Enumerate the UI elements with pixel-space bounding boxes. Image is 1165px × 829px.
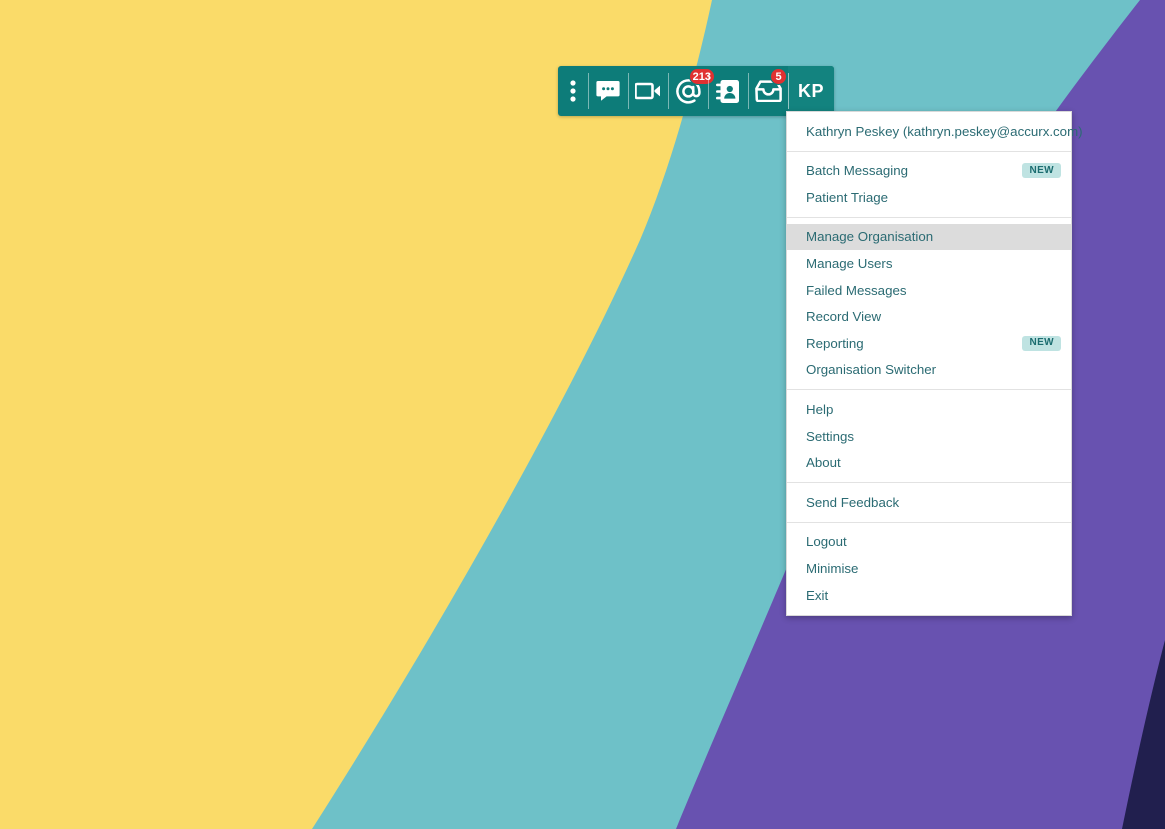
user-avatar[interactable]: KP <box>788 66 834 116</box>
menu-item-about[interactable]: About <box>787 450 1071 477</box>
three-dots-vertical-icon <box>570 79 576 103</box>
menu-item-settings[interactable]: Settings <box>787 423 1071 450</box>
menu-item-help[interactable]: Help <box>787 396 1071 423</box>
inbox-unread-badge: 5 <box>770 68 787 85</box>
floating-toolbar[interactable]: 213 5 KP <box>558 66 834 116</box>
menu-item-label: Failed Messages <box>806 282 907 298</box>
contacts-button[interactable] <box>708 66 748 116</box>
menu-item-label: Record View <box>806 309 882 325</box>
email-button[interactable]: 213 <box>668 66 715 116</box>
messages-button[interactable] <box>588 66 628 116</box>
menu-item-failed-messages[interactable]: Failed Messages <box>787 277 1071 304</box>
menu-item-label: Manage Organisation <box>806 229 934 245</box>
drag-handle[interactable] <box>558 66 588 116</box>
menu-item-logout[interactable]: Logout <box>787 529 1071 556</box>
menu-item-manage-users[interactable]: Manage Users <box>787 250 1071 277</box>
menu-item-reporting[interactable]: Reporting NEW <box>787 330 1071 357</box>
menu-item-exit[interactable]: Exit <box>787 582 1071 609</box>
menu-item-manage-organisation[interactable]: Manage Organisation <box>787 223 1071 251</box>
menu-section-session: Logout Minimise Exit <box>787 523 1071 615</box>
menu-item-label: Logout <box>806 534 847 550</box>
menu-item-patient-triage[interactable]: Patient Triage <box>787 184 1071 211</box>
video-camera-icon <box>635 82 661 100</box>
menu-item-record-view[interactable]: Record View <box>787 304 1071 331</box>
menu-item-label: Settings <box>806 428 855 444</box>
new-badge: NEW <box>1022 335 1061 351</box>
menu-section-feedback: Send Feedback <box>787 483 1071 522</box>
menu-section-support: Help Settings About <box>787 390 1071 482</box>
account-label: Kathryn Peskey (kathryn.peskey@accurx.co… <box>806 123 1083 139</box>
menu-section-account: Kathryn Peskey (kathryn.peskey@accurx.co… <box>787 112 1083 151</box>
menu-item-label: Reporting <box>806 335 864 351</box>
menu-section-features: Batch Messaging NEW Patient Triage <box>787 152 1071 217</box>
menu-item-organisation-switcher[interactable]: Organisation Switcher <box>787 357 1071 384</box>
new-badge: NEW <box>1022 163 1061 179</box>
chat-bubble-icon <box>596 80 620 102</box>
inbox-button[interactable]: 5 <box>748 66 788 116</box>
menu-item-label: Batch Messaging <box>806 163 908 179</box>
menu-item-label: Minimise <box>806 560 859 576</box>
menu-item-account[interactable]: Kathryn Peskey (kathryn.peskey@accurx.co… <box>787 118 1083 145</box>
menu-item-label: Manage Users <box>806 256 893 272</box>
menu-item-label: Patient Triage <box>806 189 889 205</box>
menu-item-label: About <box>806 455 841 471</box>
menu-item-label: Help <box>806 401 834 417</box>
menu-item-minimise[interactable]: Minimise <box>787 555 1071 582</box>
menu-item-send-feedback[interactable]: Send Feedback <box>787 489 1071 516</box>
address-book-icon <box>716 79 740 104</box>
menu-section-administration: Manage Organisation Manage Users Failed … <box>787 218 1071 390</box>
menu-item-label: Exit <box>806 587 829 603</box>
menu-item-label: Organisation Switcher <box>806 362 937 378</box>
video-call-button[interactable] <box>628 66 668 116</box>
desktop-wallpaper: 213 5 KP Kathryn Peskey (kathryn.peskey@… <box>0 0 1165 829</box>
avatar-initials: KP <box>797 80 824 101</box>
menu-item-batch-messaging[interactable]: Batch Messaging NEW <box>787 158 1071 185</box>
user-dropdown-menu[interactable]: Kathryn Peskey (kathryn.peskey@accurx.co… <box>786 111 1083 616</box>
menu-item-label: Send Feedback <box>806 494 900 510</box>
